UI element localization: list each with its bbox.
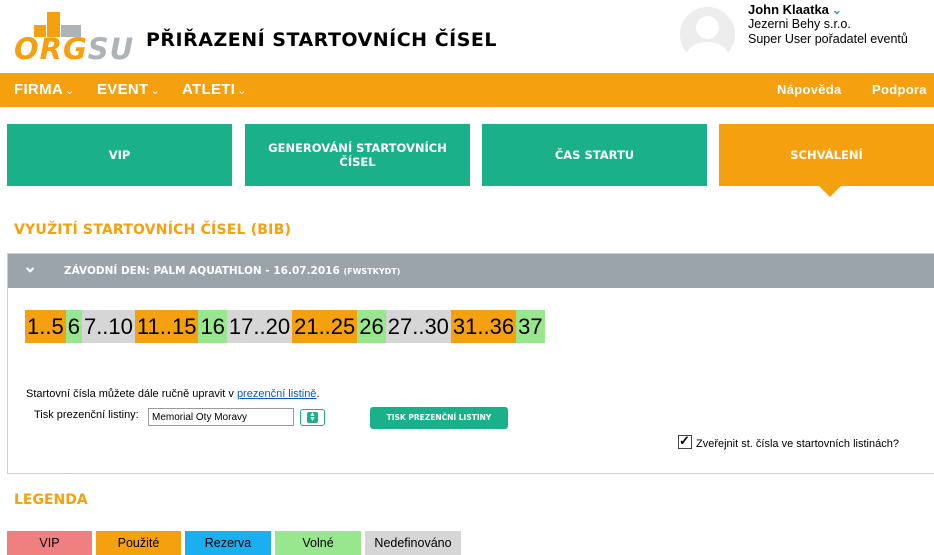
publish-checkbox[interactable] [678, 433, 692, 449]
nav-support[interactable]: Podpora [872, 82, 927, 97]
nav-firma[interactable]: FIRMA ⌄ [14, 81, 75, 98]
bib-range: 16 [198, 310, 227, 343]
print-attendance-button[interactable]: TISK PREZENČNÍ LISTINY [370, 407, 508, 429]
bib-range: 7..10 [81, 310, 135, 343]
bib-edit-note: Startovní čísla můžete dále ručně upravi… [26, 388, 320, 400]
legend-item: Volné [275, 531, 361, 555]
logo-wordmark: ORGSU [14, 32, 135, 66]
bib-range: 31..36 [450, 310, 517, 343]
page-title: PŘIŘAZENÍ STARTOVNÍCH ČÍSEL [146, 29, 497, 51]
tab-approval[interactable]: SCHVÁLENÍ [719, 124, 934, 186]
print-label: Tisk prezenční listiny: [34, 409, 139, 421]
chevron-down-icon[interactable]: ⌄ [832, 3, 842, 17]
legend-item: Použité [96, 531, 181, 555]
race-day-header[interactable]: ⌄ ZÁVODNÍ DEN: PALM AQUATHLON - 16.07.20… [8, 254, 934, 288]
race-day-title: ZÁVODNÍ DEN: PALM AQUATHLON - 16.07.2016… [64, 265, 401, 277]
bib-range: 37 [516, 310, 545, 343]
race-day-code: (FWSTKYDT) [343, 267, 401, 276]
chevron-down-icon: ⌄ [65, 85, 75, 97]
nav-atleti[interactable]: ATLETI ⌄ [182, 81, 247, 98]
legend-item: VIP [7, 531, 92, 555]
bib-range: 27..30 [385, 310, 451, 343]
legend-item: Nedefinováno [365, 531, 461, 555]
user-menu[interactable]: John Klaatka ⌄ [748, 2, 842, 17]
section-title: VYUŽITÍ STARTOVNÍCH ČÍSEL (BIB) [14, 222, 292, 238]
bib-range: 1..5 [25, 310, 66, 343]
tab-vip[interactable]: VIP [7, 124, 232, 186]
bib-range: 26 [357, 310, 386, 343]
user-organization: Jezerni Behy s.r.o. [748, 17, 851, 31]
tab-start-time[interactable]: ČAS STARTU [482, 124, 707, 186]
publish-numbers-option[interactable]: Zveřejnit st. čísla ve startovních listi… [678, 433, 899, 450]
print-event-select[interactable]: Memorial Oty Moravy [148, 408, 294, 426]
chevron-down-icon: ⌄ [150, 85, 161, 97]
nav-event[interactable]: EVENT ⌄ [97, 81, 160, 98]
user-avatar[interactable] [680, 7, 735, 62]
tab-generate-numbers[interactable]: GENEROVÁNÍ STARTOVNÍCH ČÍSEL [245, 124, 470, 186]
user-name: John Klaatka [748, 2, 829, 17]
bib-range: 11..15 [134, 310, 199, 343]
updown-arrows-icon: ▲ ▼ [307, 411, 318, 423]
select-stepper[interactable]: ▲ ▼ [300, 409, 325, 426]
app-header: ORGSU PŘIŘAZENÍ STARTOVNÍCH ČÍSEL John K… [0, 0, 934, 70]
user-role: Super User pořadatel eventů [748, 32, 908, 46]
publish-label: Zveřejnit st. čísla ve startovních listi… [696, 438, 899, 450]
bib-range: 6 [65, 310, 82, 343]
bib-ranges: 1..5 6 7..10 11..15 16 17..20 21..25 26 27..30 31… [25, 310, 545, 343]
legend-title: LEGENDA [14, 492, 88, 508]
orgsu-logo[interactable]: ORGSU [14, 12, 133, 64]
race-day-panel: ⌄ ZÁVODNÍ DEN: PALM AQUATHLON - 16.07.20… [7, 253, 934, 474]
attendance-list-link[interactable]: prezenční listině [237, 388, 317, 400]
chevron-down-icon[interactable]: ⌄ [23, 257, 37, 277]
chevron-down-icon: ⌄ [237, 85, 247, 97]
legend-item: Rezerva [185, 531, 271, 555]
bib-range: 21..25 [292, 310, 358, 343]
main-nav: FIRMA ⌄ EVENT ⌄ ATLETI ⌄ Nápověda Podpora [0, 73, 934, 107]
active-tab-indicator [819, 186, 841, 197]
bib-range: 17..20 [226, 310, 293, 343]
nav-help[interactable]: Nápověda [777, 82, 842, 97]
